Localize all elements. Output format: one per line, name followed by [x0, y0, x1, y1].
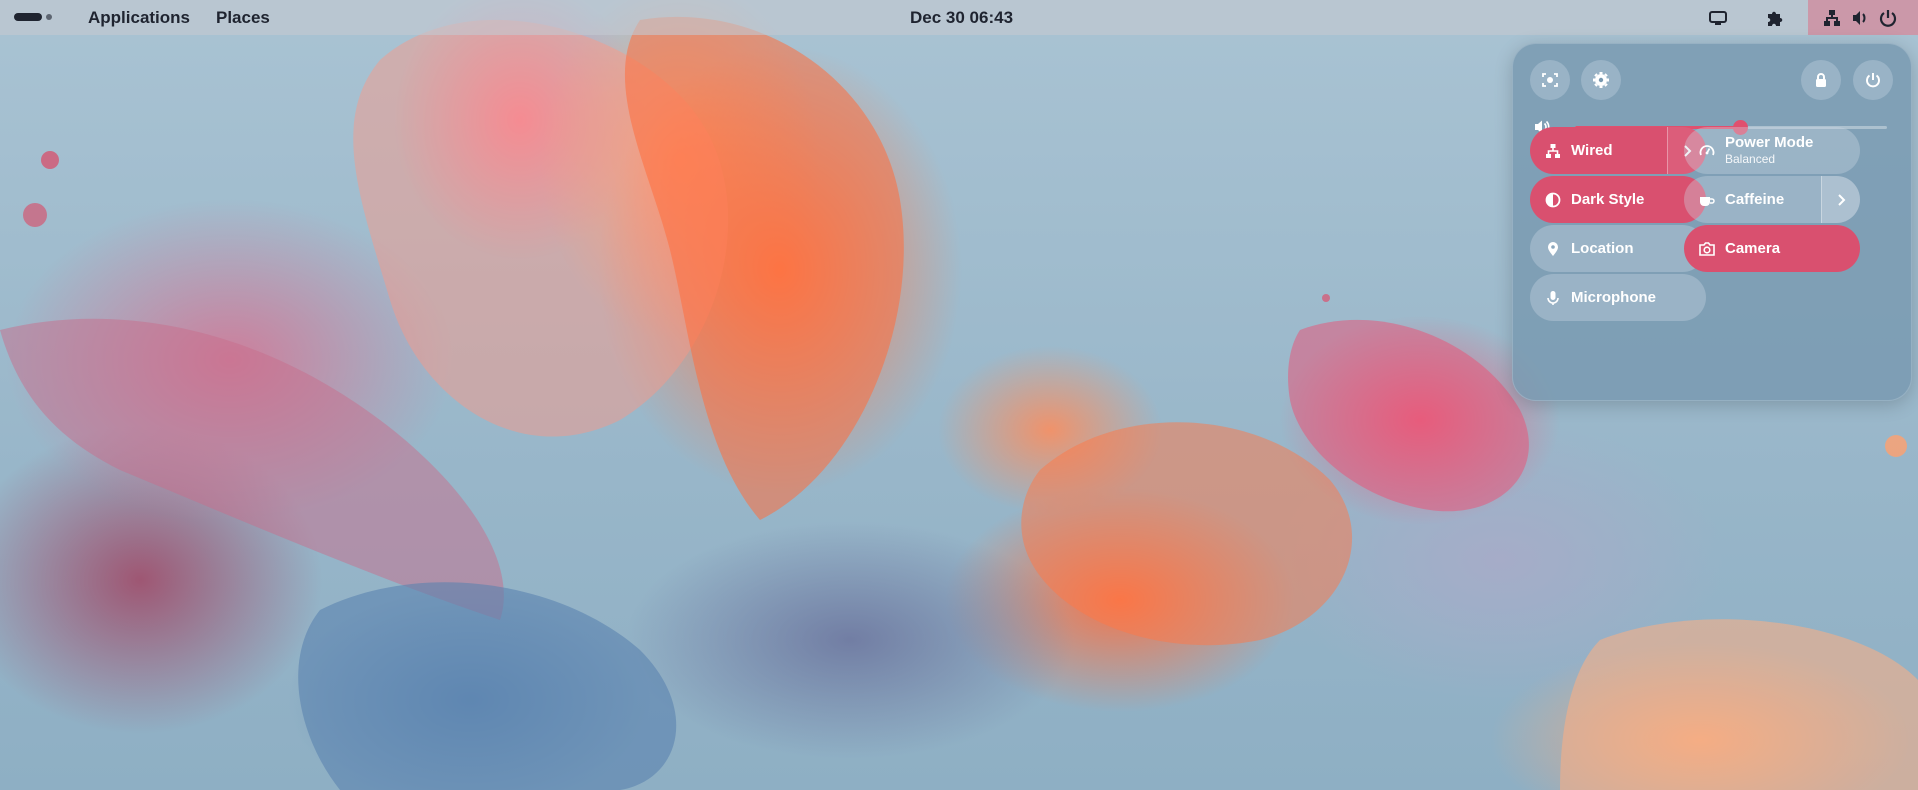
microphone-icon [1544, 289, 1562, 307]
network-wired-icon [1822, 8, 1842, 28]
dark-style-icon [1544, 191, 1562, 209]
tile-label: Power Mode [1725, 134, 1814, 152]
tile-sublabel: Balanced [1725, 152, 1776, 167]
dark-style-toggle[interactable]: Dark Style [1530, 176, 1706, 223]
screen-share-icon[interactable] [1708, 8, 1728, 28]
system-status-area[interactable] [1808, 0, 1918, 35]
tile-label: Microphone [1571, 288, 1656, 306]
caffeine-toggle[interactable]: Caffeine [1684, 176, 1860, 223]
power-icon [1878, 8, 1898, 28]
tile-label: Wired [1571, 141, 1613, 159]
tile-label: Caffeine [1725, 190, 1785, 208]
caffeine-menu-arrow[interactable] [1821, 176, 1860, 223]
caffeine-cup-icon [1698, 191, 1716, 209]
camera-icon [1698, 240, 1716, 258]
screenshot-icon [1541, 71, 1559, 89]
camera-toggle[interactable]: Camera [1684, 225, 1860, 272]
power-mode-icon [1698, 142, 1716, 160]
activities-indicator-icon[interactable] [14, 13, 52, 21]
location-pin-icon [1544, 240, 1562, 258]
microphone-toggle[interactable]: Microphone [1530, 274, 1706, 321]
desktop[interactable]: Applications Places Dec 30 06:43 Wired P… [0, 0, 1918, 790]
wired-toggle[interactable]: Wired [1530, 127, 1706, 174]
settings-button[interactable] [1581, 60, 1621, 100]
top-bar: Applications Places Dec 30 06:43 [0, 0, 1918, 35]
volume-icon [1850, 8, 1870, 28]
power-icon [1864, 71, 1882, 89]
chevron-right-icon [1834, 193, 1848, 207]
tile-label: Camera [1725, 239, 1781, 257]
lock-button[interactable] [1801, 60, 1841, 100]
network-wired-icon [1544, 142, 1562, 160]
places-menu[interactable]: Places [216, 8, 270, 28]
power-off-button[interactable] [1853, 60, 1893, 100]
applications-menu[interactable]: Applications [88, 8, 190, 28]
lock-icon [1812, 71, 1830, 89]
quick-settings-panel: Wired Power Mode Balanced Dark Style Caf… [1512, 43, 1912, 401]
tile-label: Dark Style [1571, 190, 1645, 208]
settings-gear-icon [1592, 71, 1610, 89]
extensions-puzzle-icon[interactable] [1764, 8, 1784, 28]
power-mode-toggle[interactable]: Power Mode Balanced [1684, 127, 1860, 174]
clock[interactable]: Dec 30 06:43 [910, 8, 1013, 28]
screenshot-button[interactable] [1530, 60, 1570, 100]
tile-label: Location [1571, 239, 1634, 257]
location-toggle[interactable]: Location [1530, 225, 1706, 272]
